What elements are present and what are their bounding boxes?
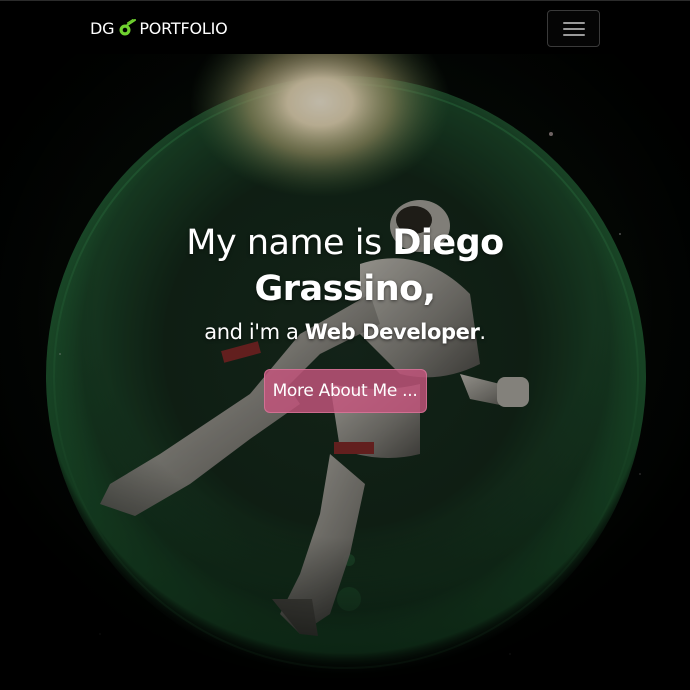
subline-prefix: and i'm a (204, 320, 305, 344)
more-about-me-button[interactable]: More About Me ... (263, 369, 427, 413)
navbar: DG PORTFOLIO (0, 0, 690, 54)
brand-initials: DG (90, 18, 115, 38)
hero-section: My name is Diego Grassino, and i'm a Web… (0, 54, 690, 690)
subline-role: Web Developer (304, 320, 480, 344)
hero-subline: and i'm a Web Developer. (0, 318, 690, 346)
navbar-toggle-button[interactable] (547, 10, 600, 47)
hero-headline: My name is Diego Grassino, (135, 220, 555, 312)
headline-prefix: My name is (186, 223, 393, 263)
hero-content: My name is Diego Grassino, and i'm a Web… (0, 220, 690, 413)
subline-suffix: . (479, 320, 486, 344)
brand-title: PORTFOLIO (139, 18, 228, 38)
comet-icon (118, 19, 137, 37)
page: DG PORTFOLIO My name is Diego Grassino, … (0, 0, 690, 690)
brand-link[interactable]: DG PORTFOLIO (90, 17, 228, 39)
